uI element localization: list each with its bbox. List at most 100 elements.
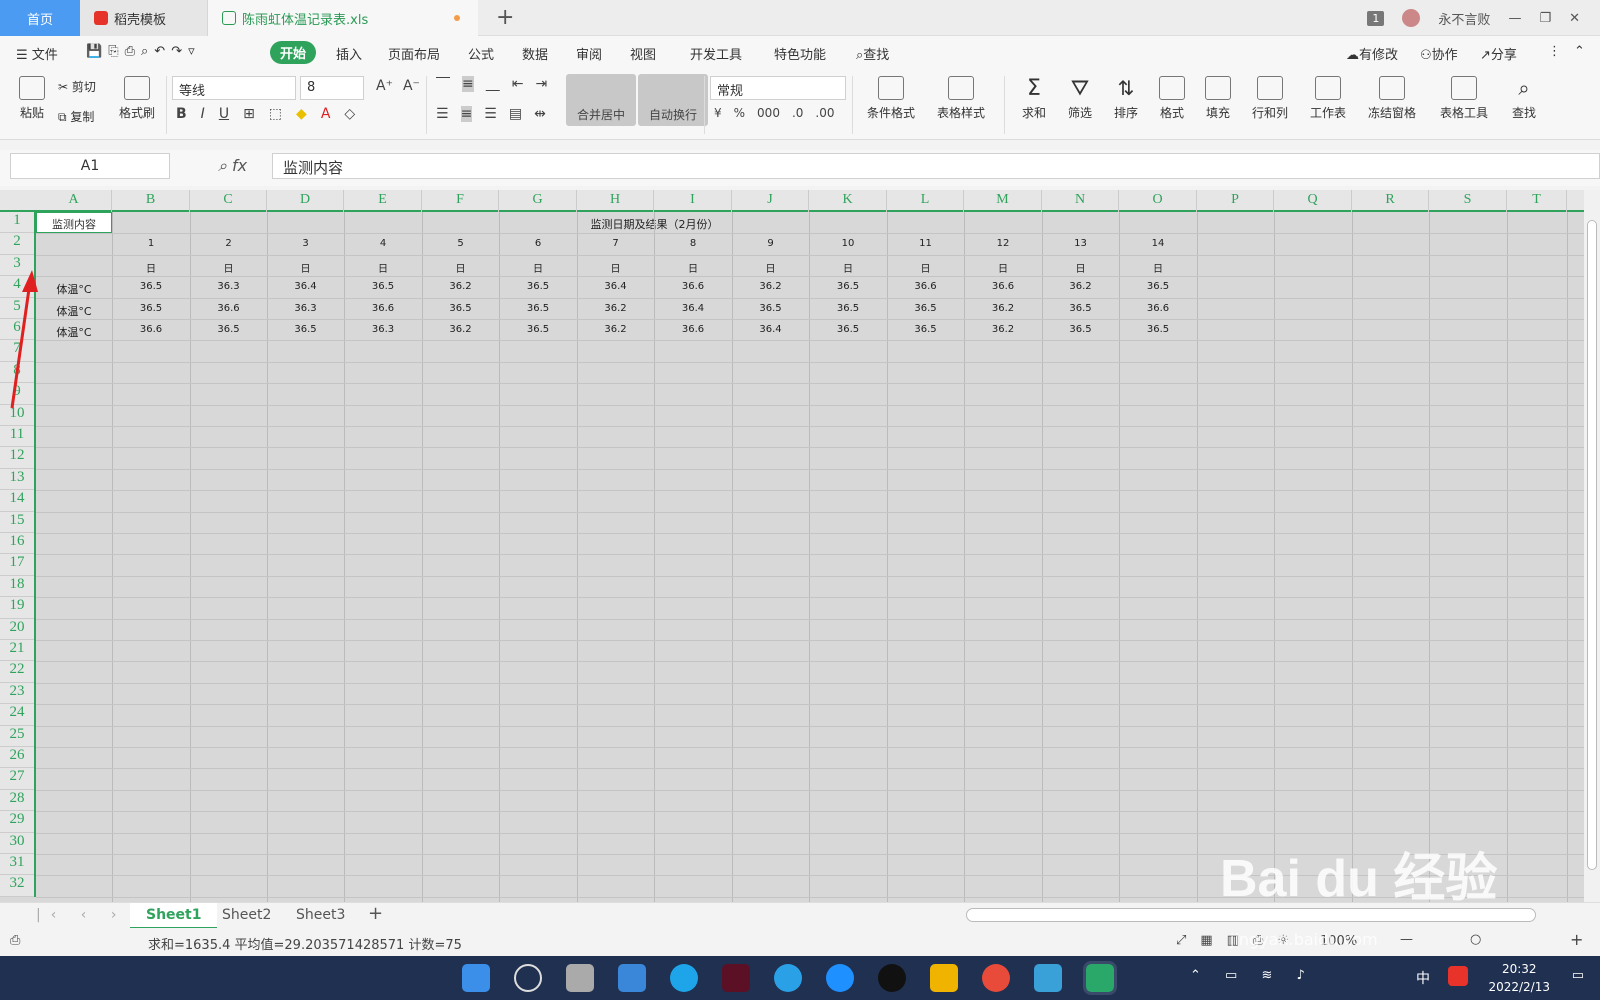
- increase-font-icon[interactable]: A⁺: [376, 78, 393, 94]
- underline-icon[interactable]: U: [219, 106, 229, 122]
- temperature-cell[interactable]: 36.6: [344, 303, 422, 314]
- temperature-cell[interactable]: 36.5: [422, 303, 499, 314]
- status-icon[interactable]: ⎙: [10, 933, 20, 948]
- column-header-f[interactable]: F: [422, 190, 499, 212]
- row-header-15[interactable]: 15: [0, 512, 34, 533]
- column-header-j[interactable]: J: [732, 190, 809, 212]
- zoom-slider[interactable]: ○: [1470, 932, 1481, 947]
- widgets-icon[interactable]: [618, 964, 646, 992]
- temperature-cell[interactable]: 36.5: [190, 324, 267, 335]
- day-unit-cell[interactable]: 日: [344, 260, 422, 275]
- add-sheet-icon[interactable]: +: [352, 903, 399, 929]
- notification-icon[interactable]: ▭: [1572, 968, 1584, 983]
- day-number-cell[interactable]: 9: [732, 238, 809, 249]
- day-number-cell[interactable]: 3: [267, 238, 344, 249]
- day-unit-cell[interactable]: 日: [1042, 260, 1119, 275]
- font-color-icon[interactable]: A: [321, 106, 331, 122]
- close-icon[interactable]: ✕: [1569, 11, 1580, 26]
- font-size-select[interactable]: 8: [300, 76, 364, 100]
- row-header-17[interactable]: 17: [0, 554, 34, 576]
- temperature-cell[interactable]: 36.3: [190, 281, 267, 292]
- menu-search[interactable]: ⌕查找: [856, 44, 889, 63]
- sheet-tab-3[interactable]: Sheet3: [280, 903, 361, 929]
- more-icon[interactable]: ▿: [188, 44, 201, 59]
- task-view-icon[interactable]: [566, 964, 594, 992]
- zoom-plus-icon[interactable]: +: [1570, 930, 1583, 949]
- temperature-cell[interactable]: 36.5: [732, 303, 809, 314]
- sum-button[interactable]: Σ 求和: [1014, 76, 1054, 121]
- save-icon[interactable]: 💾: [86, 44, 108, 59]
- temperature-cell[interactable]: 36.6: [887, 281, 964, 292]
- row-header-12[interactable]: 12: [0, 447, 34, 469]
- day-unit-cell[interactable]: 日: [499, 260, 577, 275]
- format-painter-button[interactable]: 格式刷: [112, 76, 162, 121]
- tab-home[interactable]: 首页: [0, 0, 80, 36]
- sheet-tab-2[interactable]: Sheet2: [206, 903, 287, 929]
- temperature-cell[interactable]: 36.2: [732, 281, 809, 292]
- align-middle-icon[interactable]: ≡: [462, 76, 474, 92]
- column-header-n[interactable]: N: [1042, 190, 1119, 212]
- temperature-cell[interactable]: 36.2: [964, 303, 1042, 314]
- temperature-cell[interactable]: 36.5: [344, 281, 422, 292]
- day-unit-cell[interactable]: 日: [112, 260, 190, 275]
- temperature-cell[interactable]: 36.2: [1042, 281, 1119, 292]
- day-number-cell[interactable]: 7: [577, 238, 654, 249]
- day-unit-cell[interactable]: 日: [1119, 260, 1197, 275]
- filter-button[interactable]: ⛛ 筛选: [1060, 76, 1100, 121]
- table-style-button[interactable]: 表格样式: [930, 76, 992, 121]
- temperature-cell[interactable]: 36.2: [577, 324, 654, 335]
- temperature-cell[interactable]: 36.5: [267, 324, 344, 335]
- column-header-m[interactable]: M: [964, 190, 1042, 212]
- day-unit-cell[interactable]: 日: [809, 260, 887, 275]
- align-bottom-icon[interactable]: ⎽: [486, 76, 500, 92]
- notepad-icon[interactable]: [1034, 964, 1062, 992]
- temperature-cell[interactable]: 36.4: [732, 324, 809, 335]
- row-header-13[interactable]: 13: [0, 469, 34, 491]
- zoom-minus-icon[interactable]: —: [1400, 932, 1413, 947]
- menu-insert[interactable]: 插入: [336, 44, 362, 63]
- temperature-cell[interactable]: 36.5: [112, 303, 190, 314]
- temperature-cell[interactable]: 36.5: [499, 324, 577, 335]
- window-count-badge[interactable]: 1: [1367, 10, 1385, 26]
- row-header-2[interactable]: 2: [0, 233, 34, 255]
- menu-developer[interactable]: 开发工具: [690, 44, 742, 63]
- temperature-cell[interactable]: 36.4: [267, 281, 344, 292]
- row-header-28[interactable]: 28: [0, 790, 34, 812]
- temperature-cell[interactable]: 36.5: [887, 303, 964, 314]
- temperature-cell[interactable]: 36.2: [964, 324, 1042, 335]
- thousands-icon[interactable]: 000: [757, 106, 780, 120]
- wps-icon[interactable]: [1083, 961, 1117, 995]
- sort-button[interactable]: ⇅ 排序: [1106, 76, 1146, 121]
- menu-data[interactable]: 数据: [522, 44, 548, 63]
- align-top-icon[interactable]: ⎺: [436, 76, 450, 92]
- wps-tray-icon[interactable]: [1448, 966, 1468, 986]
- justify-icon[interactable]: ▤: [509, 106, 522, 122]
- cell-a1-selected[interactable]: 监测内容: [36, 212, 112, 234]
- temperature-cell[interactable]: 36.5: [809, 324, 887, 335]
- collaborate-button[interactable]: ⚇协作: [1420, 44, 1458, 63]
- day-unit-cell[interactable]: 日: [654, 260, 732, 275]
- qq-browser-icon[interactable]: [826, 964, 854, 992]
- row-header-29[interactable]: 29: [0, 811, 34, 833]
- column-header-e[interactable]: E: [344, 190, 422, 212]
- font-name-select[interactable]: 等线: [172, 76, 296, 100]
- chrome-icon[interactable]: [982, 964, 1010, 992]
- row-column-button[interactable]: 行和列: [1244, 76, 1296, 121]
- day-number-cell[interactable]: 13: [1042, 238, 1119, 249]
- print-icon[interactable]: ⎙: [125, 44, 141, 59]
- start-icon[interactable]: [462, 964, 490, 992]
- temperature-cell[interactable]: 36.3: [267, 303, 344, 314]
- menu-formula[interactable]: 公式: [468, 44, 494, 63]
- temperature-cell[interactable]: 36.5: [809, 303, 887, 314]
- ime-indicator[interactable]: 中: [1416, 968, 1430, 988]
- day-number-cell[interactable]: 8: [654, 238, 732, 249]
- avatar[interactable]: [1402, 9, 1421, 27]
- align-left-icon[interactable]: ☰: [436, 106, 449, 122]
- row-header-21[interactable]: 21: [0, 640, 34, 662]
- row-header-27[interactable]: 27: [0, 768, 34, 790]
- increase-decimal-icon[interactable]: .0: [792, 106, 803, 120]
- day-number-cell[interactable]: 2: [190, 238, 267, 249]
- day-unit-cell[interactable]: 日: [577, 260, 654, 275]
- freeze-panes-button[interactable]: 冻结窗格: [1360, 76, 1424, 121]
- menu-special[interactable]: 特色功能: [774, 44, 826, 63]
